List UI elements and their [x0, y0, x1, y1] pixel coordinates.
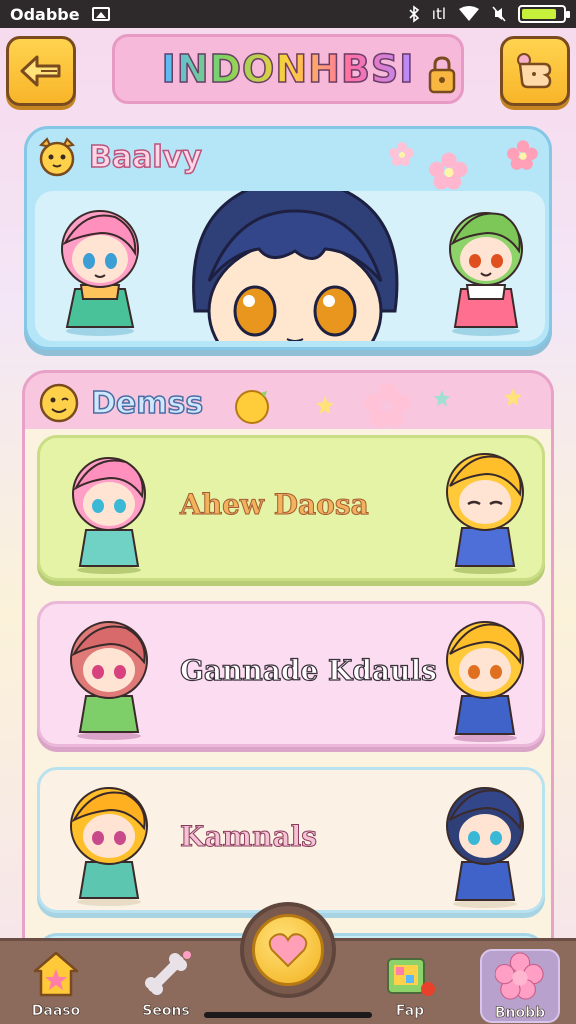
status-time: Odabbe	[10, 4, 80, 24]
flower-decor-icon	[364, 382, 411, 428]
nav-label: Daaso	[31, 1003, 81, 1020]
star-decor-icon	[433, 389, 451, 407]
home-indicator[interactable]	[204, 1012, 372, 1018]
character-avatar	[446, 787, 524, 908]
title-banner: INDONHBSI	[112, 34, 464, 104]
wifi-icon	[459, 6, 479, 21]
character-avatar	[70, 621, 148, 740]
nav-label: Bnobb	[494, 1005, 546, 1022]
nav-home[interactable]: Daaso	[16, 949, 96, 1023]
flower-decor-icon	[429, 152, 468, 190]
dark-hair-character[interactable]	[175, 191, 415, 341]
featured-title: Baalvy	[88, 139, 202, 176]
nav-label: Fap	[395, 1003, 425, 1020]
green-hair-character[interactable]	[431, 199, 541, 339]
star-house-icon	[33, 951, 79, 997]
nav-label: Seons	[142, 1003, 190, 1020]
cat-face-icon	[38, 137, 76, 177]
character-list: Ahew Daosa Gannade Kdauls Kamnals	[25, 429, 551, 967]
back-arrow-icon	[20, 55, 61, 87]
app-title: INDONHBSI	[161, 46, 415, 92]
signal-text: ıtl	[431, 5, 446, 23]
status-right: ıtl	[408, 5, 570, 23]
featured-panel: Baalvy	[24, 126, 552, 350]
gift-box-icon	[387, 958, 435, 996]
mute-icon	[492, 6, 506, 22]
list-item[interactable]: Kamnals	[37, 767, 545, 913]
featured-header: Baalvy	[35, 135, 202, 179]
character-avatar	[72, 457, 146, 574]
character-avatar	[446, 453, 524, 574]
status-bar: Odabbe ıtl	[0, 0, 576, 28]
smiley-icon	[39, 383, 79, 423]
lock-icon	[428, 56, 456, 94]
character-list-panel: Demss Ahew Daosa Gannade Kdauls Kamnals	[22, 370, 554, 970]
header: INDONHBSI	[0, 34, 576, 108]
list-item[interactable]: Ahew Daosa	[37, 435, 545, 581]
star-decor-icon	[504, 388, 522, 406]
list-header: Demss	[37, 381, 204, 425]
profile-menu-button[interactable]	[500, 36, 570, 106]
nav-gifts[interactable]: Fap	[370, 949, 450, 1023]
character-name: Gannade Kdauls	[179, 653, 437, 687]
star-decor-icon	[316, 396, 334, 414]
cat-ball-icon	[235, 390, 269, 424]
image-notification-icon	[91, 7, 110, 21]
heart-icon	[268, 933, 308, 968]
character-avatar	[446, 621, 524, 742]
center-action-button[interactable]	[240, 902, 336, 998]
flower-icon	[495, 952, 544, 1000]
center-action-inner	[252, 914, 324, 986]
bear-face-icon	[517, 53, 552, 89]
nav-profile[interactable]: Bnobb	[480, 949, 560, 1023]
nav-scenes[interactable]: Seons	[126, 949, 206, 1023]
list-title: Demss	[90, 385, 204, 422]
battery-icon	[518, 5, 570, 23]
bone-icon	[145, 951, 191, 995]
pink-hair-character[interactable]	[45, 199, 155, 339]
list-item[interactable]: Gannade Kdauls	[37, 601, 545, 747]
character-avatar	[70, 787, 148, 906]
character-name: Kamnals	[179, 820, 318, 854]
bluetooth-icon	[409, 5, 419, 23]
back-button[interactable]	[6, 36, 76, 106]
featured-characters	[35, 191, 545, 341]
flower-decor-icon	[507, 140, 538, 170]
flower-decor-icon	[389, 142, 414, 166]
character-name: Ahew Daosa	[180, 488, 370, 522]
